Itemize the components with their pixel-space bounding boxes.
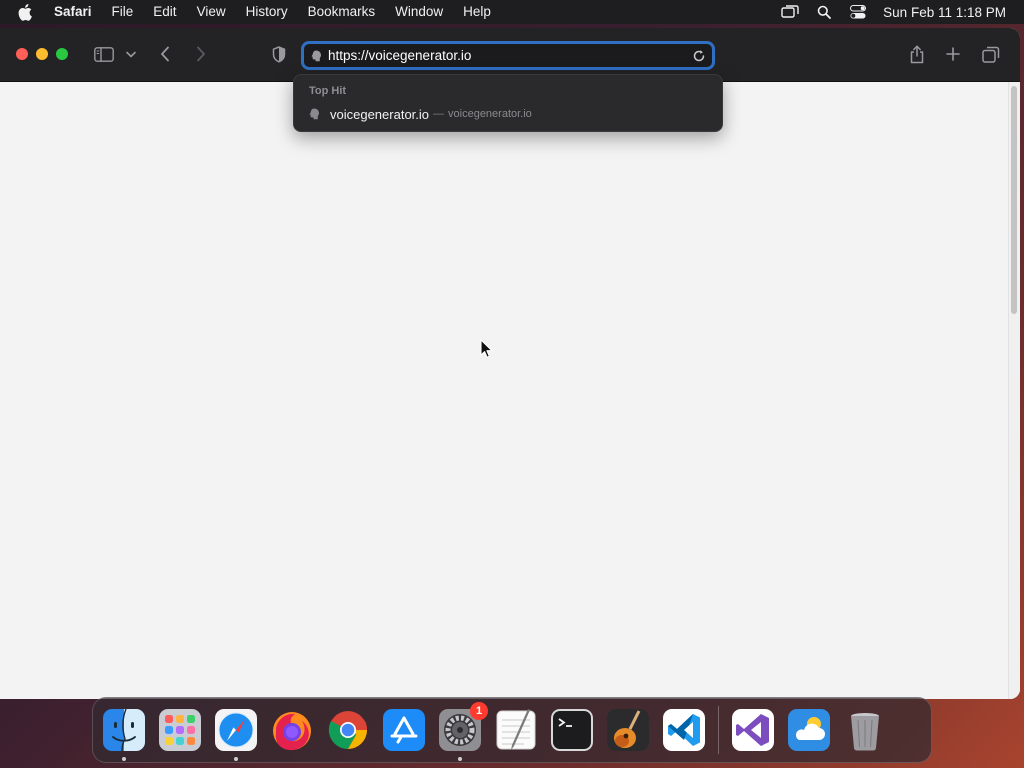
vscode-icon [663, 709, 705, 751]
notification-badge: 1 [470, 702, 488, 720]
dock-chrome[interactable] [326, 708, 370, 752]
finder-icon [103, 708, 145, 752]
site-favicon-icon [310, 49, 324, 63]
zoom-window-button[interactable] [56, 48, 68, 60]
spotlight-search-icon[interactable] [814, 2, 834, 22]
suggestion-title: voicegenerator.io [330, 106, 430, 122]
menu-help[interactable]: Help [453, 0, 501, 24]
tab-overview-icon[interactable] [981, 44, 1001, 64]
chevron-down-icon[interactable] [125, 48, 137, 60]
dock-separator [718, 706, 719, 754]
dock-safari[interactable] [214, 708, 258, 761]
dock-firefox[interactable] [270, 708, 314, 752]
vertical-scrollbar[interactable] [1008, 82, 1020, 699]
cloud-icon [788, 709, 830, 751]
url-input[interactable] [328, 48, 692, 63]
apple-menu-icon[interactable] [18, 3, 34, 21]
dock: 1 [92, 697, 932, 763]
running-indicator [122, 757, 126, 761]
dock-app-store[interactable] [382, 708, 426, 752]
sidebar-toggle-icon[interactable] [93, 45, 115, 63]
new-tab-plus-icon[interactable] [944, 45, 962, 63]
app-store-icon [383, 709, 425, 751]
menu-app-safari[interactable]: Safari [48, 0, 102, 24]
terminal-icon [551, 709, 593, 751]
forward-chevron-icon[interactable] [193, 45, 209, 63]
screen-mirroring-icon[interactable] [780, 2, 800, 22]
suggestion-url: voicegenerator.io [448, 108, 532, 120]
status-area: Sun Feb 11 1:18 PM [773, 0, 1024, 24]
running-indicator [234, 757, 238, 761]
dock-vscode[interactable] [662, 708, 706, 752]
menu-history[interactable]: History [236, 0, 298, 24]
site-favicon-icon [308, 107, 322, 121]
address-suggestions-dropdown: Top Hit voicegenerator.io — voicegenerat… [293, 74, 723, 132]
top-hit-suggestion[interactable]: voicegenerator.io — voicegenerator.io [302, 103, 714, 125]
privacy-shield-icon[interactable] [270, 45, 288, 63]
menu-file[interactable]: File [102, 0, 144, 24]
textedit-icon [496, 709, 536, 750]
trash-icon [851, 713, 879, 751]
control-center-icon[interactable] [848, 2, 868, 22]
mouse-cursor-icon [480, 339, 494, 359]
suggestion-section-heading: Top Hit [309, 85, 347, 97]
dock-visual-studio[interactable] [731, 708, 775, 752]
menu-bookmarks[interactable]: Bookmarks [298, 0, 386, 24]
close-window-button[interactable] [16, 48, 28, 60]
dock-cloud-drive[interactable] [787, 708, 831, 752]
dock-finder[interactable] [102, 708, 146, 761]
menu-bar: Safari File Edit View History Bookmarks … [0, 0, 1024, 24]
menu-view[interactable]: View [187, 0, 236, 24]
dock-garageband[interactable] [606, 708, 650, 752]
share-icon[interactable] [907, 44, 927, 64]
reload-icon[interactable] [692, 49, 706, 63]
chrome-icon [328, 711, 368, 750]
menu-edit[interactable]: Edit [143, 0, 186, 24]
scrollbar-thumb[interactable] [1011, 86, 1017, 314]
firefox-icon [273, 712, 311, 751]
dock-launchpad[interactable] [158, 708, 202, 752]
safari-icon [215, 709, 257, 751]
dock-terminal[interactable] [550, 708, 594, 752]
visual-studio-icon [732, 709, 774, 751]
dock-system-settings[interactable]: 1 [438, 702, 488, 761]
garageband-icon [607, 709, 649, 751]
dock-trash[interactable] [843, 708, 887, 752]
suggestion-separator: — [433, 108, 445, 120]
launchpad-icon [159, 709, 201, 751]
address-bar[interactable] [301, 41, 715, 70]
minimize-window-button[interactable] [36, 48, 48, 60]
menu-window[interactable]: Window [385, 0, 453, 24]
back-chevron-icon[interactable] [157, 45, 173, 63]
menubar-clock[interactable]: Sun Feb 11 1:18 PM [875, 5, 1024, 20]
page-viewport[interactable] [0, 82, 1020, 699]
dock-textedit[interactable] [494, 708, 538, 752]
running-indicator [458, 757, 462, 761]
